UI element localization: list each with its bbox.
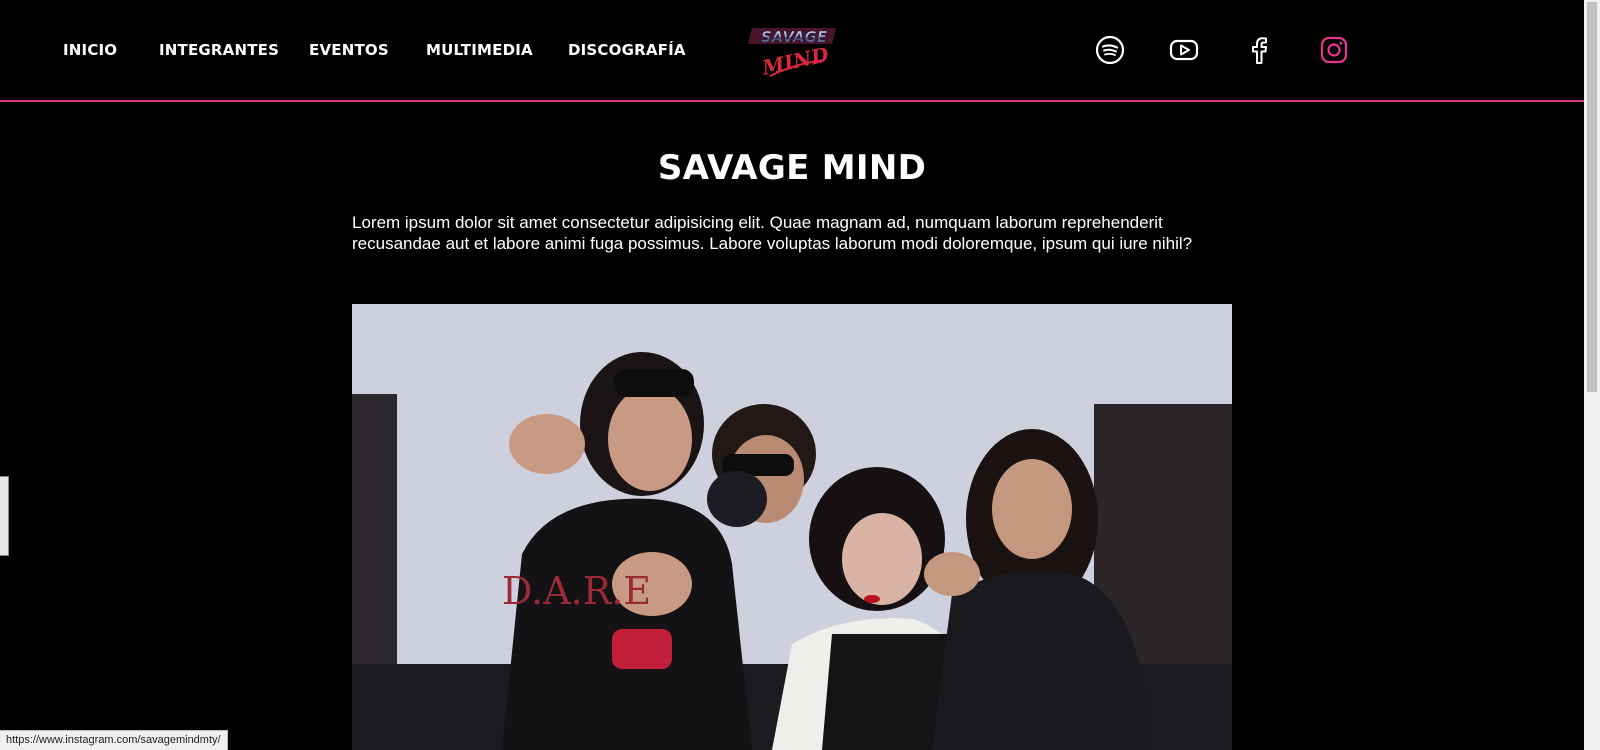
nav-link-integrantes[interactable]: INTEGRANTES (159, 41, 279, 59)
vertical-scrollbar[interactable] (1584, 0, 1600, 750)
nav-link-inicio[interactable]: INICIO (63, 41, 117, 59)
facebook-icon[interactable] (1243, 34, 1275, 66)
nav-link-eventos[interactable]: EVENTOS (309, 41, 389, 59)
svg-text:D.A.R.E: D.A.R.E (502, 569, 651, 613)
top-navbar: INICIO INTEGRANTES EVENTOS MULTIMEDIA DI… (0, 0, 1584, 102)
nav-link-multimedia[interactable]: MULTIMEDIA (426, 41, 533, 59)
band-logo[interactable]: SAVAGE MIND (746, 24, 842, 82)
main-content: SAVAGE MIND Lorem ipsum dolor sit amet c… (352, 102, 1232, 254)
side-feedback-tab[interactable] (0, 476, 9, 556)
band-photo: D.A.R.E (352, 304, 1232, 750)
page-title: SAVAGE MIND (657, 148, 927, 188)
scrollbar-thumb[interactable] (1587, 2, 1597, 392)
status-bar-url: https://www.instagram.com/savagemindmty/ (0, 730, 228, 750)
intro-paragraph: Lorem ipsum dolor sit amet consectetur a… (352, 213, 1193, 253)
youtube-icon[interactable] (1168, 34, 1200, 66)
spotify-icon[interactable] (1094, 34, 1126, 66)
nav-link-discografia[interactable]: DISCOGRAFÍA (568, 41, 686, 59)
instagram-icon[interactable] (1318, 34, 1350, 66)
